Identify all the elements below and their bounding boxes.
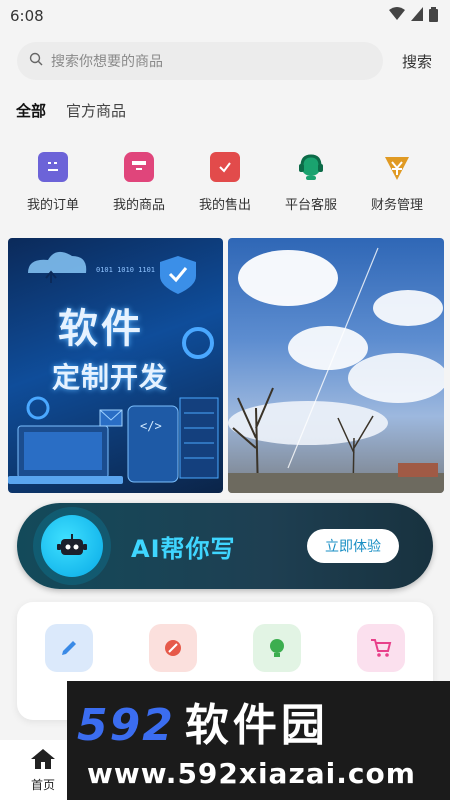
sold-check-icon (210, 152, 240, 182)
category-tabs: 全部 官方商品 (16, 100, 126, 121)
search-button[interactable]: 搜索 (402, 51, 432, 72)
ai-write-banner[interactable]: AI帮你写 立即体验 (17, 503, 433, 589)
shortcut-grid: 我的订单 我的商品 我的售出 平台客服 财务管理 (0, 152, 450, 213)
shortcut-label: 我的商品 (112, 198, 165, 213)
watermark-url: www.592xiazai.com (87, 757, 416, 790)
cart-icon[interactable] (357, 624, 405, 672)
watermark-cn: 软件园 (184, 700, 329, 751)
search-icon (29, 52, 43, 70)
shortcut-customer-service[interactable]: 平台客服 (271, 152, 351, 213)
nav-home[interactable]: 首页 (30, 748, 56, 793)
watermark-line1: 592 软件园 (77, 689, 329, 753)
cell-signal-icon (411, 7, 423, 25)
status-bar: 6:08 (0, 0, 450, 32)
signal-icon (389, 7, 405, 25)
shortcut-my-orders[interactable]: 我的订单 (13, 152, 93, 213)
product-card-software[interactable]: </> 0101 1010 1101 软件 定制开发 (8, 238, 223, 493)
poster-subtitle: 定制开发 (52, 361, 169, 394)
headset-icon (296, 152, 326, 182)
shortcut-my-products[interactable]: 我的商品 (99, 152, 179, 213)
tab-all[interactable]: 全部 (16, 100, 46, 121)
product-card-sky-photo[interactable] (228, 238, 444, 493)
home-icon (30, 748, 56, 774)
try-now-button[interactable]: 立即体验 (307, 529, 399, 563)
sky-photo (228, 247, 444, 493)
shop-icon (124, 152, 154, 182)
tab-official[interactable]: 官方商品 (66, 100, 126, 121)
status-icons (389, 6, 438, 26)
shortcut-finance[interactable]: 财务管理 (357, 152, 437, 213)
finance-icon (382, 152, 412, 182)
watermark-digits: 592 (77, 700, 175, 751)
battery-icon (429, 6, 438, 26)
order-list-icon (38, 152, 68, 182)
shortcut-my-sold[interactable]: 我的售出 (185, 152, 265, 213)
ai-bulb-icon[interactable] (253, 624, 301, 672)
poster-title: 软件 (58, 306, 144, 352)
robot-icon (41, 515, 103, 577)
status-time: 6:08 (10, 7, 44, 25)
search-bar: 搜索你想要的商品 搜索 (17, 42, 437, 80)
robot-ring (33, 507, 111, 585)
tag-discount-icon[interactable] (149, 624, 197, 672)
nav-home-label: 首页 (30, 778, 55, 792)
svg-text:</>: </> (140, 419, 162, 433)
search-input[interactable]: 搜索你想要的商品 (17, 42, 383, 80)
poster-binary-text: 0101 1010 1101 (96, 266, 156, 274)
shortcut-label: 我的订单 (26, 198, 79, 213)
shortcut-label: 平台客服 (284, 198, 337, 213)
shortcut-label: 财务管理 (370, 198, 423, 213)
ai-banner-title: AI帮你写 (131, 534, 236, 563)
shortcut-label: 我的售出 (198, 198, 251, 213)
search-placeholder: 搜索你想要的商品 (51, 54, 163, 70)
pencil-icon[interactable] (45, 624, 93, 672)
watermark-logo: 592 软件园 www.592xiazai.com (67, 681, 450, 800)
